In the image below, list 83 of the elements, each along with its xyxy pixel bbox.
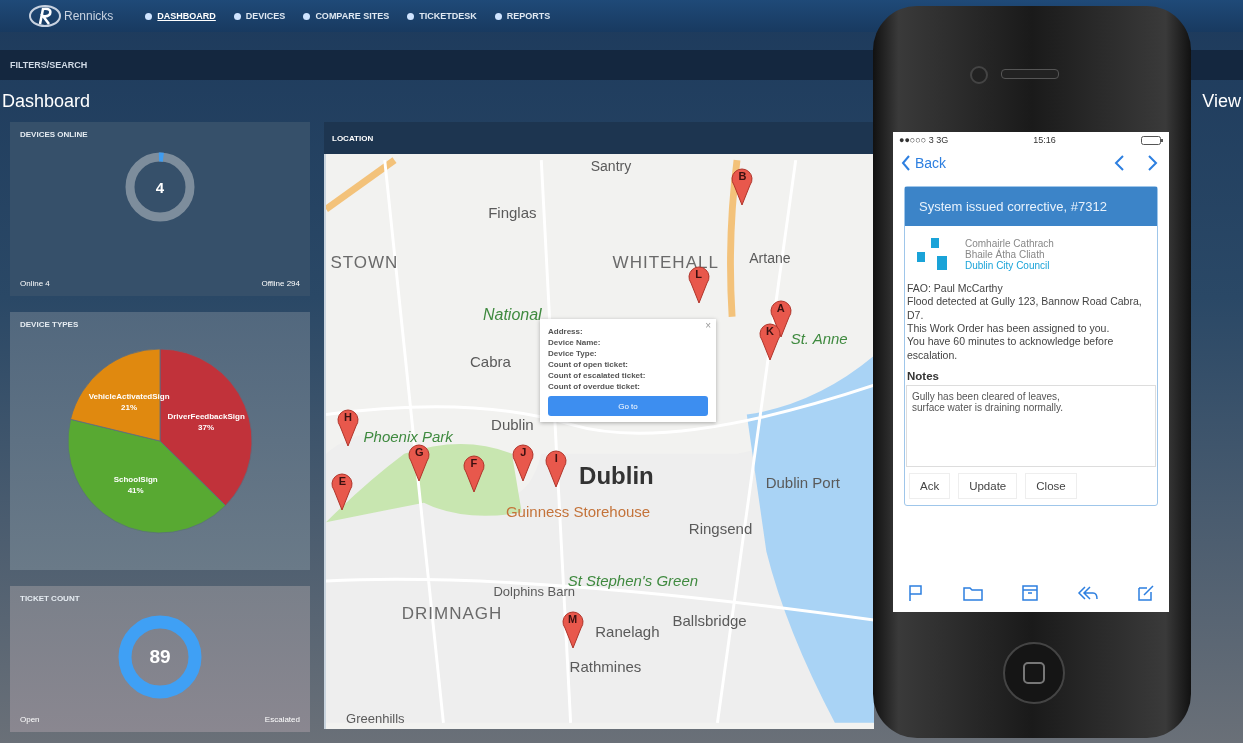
page-title: Dashboard (2, 90, 91, 112)
action-button[interactable]: Update (958, 472, 1018, 499)
notes-label: Notes (906, 368, 940, 384)
action-button[interactable]: Close (1025, 472, 1077, 499)
organisation-name: Dublin City Council (965, 259, 1051, 271)
nav-tab[interactable]: REPORTS (494, 11, 551, 21)
back-link[interactable]: Back (915, 155, 947, 171)
close-icon[interactable]: × (705, 320, 711, 331)
clock-time: 15:16 (1033, 135, 1056, 145)
slice-label: SchoolSign 41% (113, 474, 158, 495)
place-label: Dublin (579, 462, 654, 490)
flag-icon[interactable] (907, 584, 925, 602)
map-pin[interactable]: G (408, 441, 431, 482)
popup-field-label: Count of open ticket: (548, 360, 628, 369)
popup-field-label: Count of escalated ticket: (548, 371, 646, 380)
nav-tab[interactable]: DASHBOARD (145, 11, 216, 21)
message-text: FAO: Paul McCarthy (907, 282, 1004, 296)
organisation-name: Bhaile Átha Cliath (965, 248, 1046, 260)
ticket-count: 89 (149, 646, 171, 668)
place-label: DRIMNAGH (401, 604, 503, 624)
map-pin[interactable]: E (331, 470, 354, 511)
place-label: St. Anne (790, 329, 848, 347)
carrier-status: ●●○○○ 3 3G (899, 135, 949, 145)
panel-title: LOCATION (332, 133, 374, 143)
map-pin[interactable]: J (512, 441, 535, 482)
place-label: Santry (590, 157, 632, 174)
nav-tab[interactable]: DEVICES (233, 11, 286, 21)
folder-icon[interactable] (963, 584, 983, 602)
compose-icon[interactable] (1137, 584, 1155, 602)
place-label: St Stephen's Green (567, 571, 699, 588)
panel-title: DEVICE TYPES (20, 320, 79, 329)
message-text: You have 60 minutes to acknowledge before escalation. (907, 335, 1115, 362)
offline-label: Offline 294 (261, 279, 300, 288)
view-title: View (1202, 90, 1241, 112)
battery-icon (1141, 135, 1163, 145)
escalated-label: Escalated (264, 715, 300, 724)
place-label: Rathmines (569, 657, 642, 675)
place-label: Ringsend (688, 519, 753, 537)
open-label: Open (20, 715, 40, 724)
place-label: STOWN (330, 253, 399, 274)
popup-field-label: Device Name: (548, 338, 601, 347)
place-label: Cabra (469, 352, 511, 370)
message-header: System issued corrective, #7312 (905, 187, 1157, 226)
nav-tab[interactable]: TICKETDESK (407, 11, 477, 21)
notes-field[interactable]: Gully has been cleared of leaves, surface water is draining normally. (906, 384, 1156, 467)
message-text: Flood detected at Gully 123, Bannow Road Cabra, D7. (907, 295, 1143, 322)
place-label: Ballsbridge (672, 611, 747, 629)
place-label: National (482, 306, 542, 324)
place-label: Guinness Storehouse (505, 502, 651, 519)
camera-icon (970, 66, 988, 84)
map-pin[interactable]: I (545, 447, 568, 488)
place-label: Artane (749, 249, 791, 266)
logo-icon (28, 4, 62, 28)
speaker-icon (1001, 69, 1059, 79)
map-pin[interactable]: F (462, 453, 485, 494)
chevron-left-icon[interactable] (901, 155, 911, 171)
panel-title: DEVICES ONLINE (20, 130, 88, 139)
archive-box-icon[interactable] (1021, 584, 1039, 602)
online-count: 4 (155, 178, 165, 196)
map-pin[interactable]: K (758, 321, 781, 361)
popup-field-label: Count of overdue ticket: (548, 382, 640, 391)
slice-label: DriverFeedbackSign 37% (167, 411, 245, 432)
action-button[interactable]: Ack (909, 472, 951, 499)
place-label: Greenhills (346, 710, 405, 725)
place-label: Finglas (488, 203, 537, 220)
online-label: Online 4 (20, 279, 50, 288)
place-label: Ranelagh (595, 622, 660, 640)
map-pin[interactable]: B (731, 165, 754, 206)
popup-field-label: Address: (548, 327, 583, 336)
brand-name: Rennicks (64, 9, 114, 23)
popup-field-label: Device Type: (548, 349, 597, 358)
message-text: This Work Order has been assigned to you. (907, 322, 1111, 336)
place-label: Dublin (491, 415, 534, 433)
organisation-name: Comhairle Cathrach (965, 237, 1054, 249)
map-pin[interactable]: H (336, 407, 359, 448)
map-pin[interactable]: M (561, 608, 584, 649)
panel-title: TICKET COUNT (20, 594, 80, 603)
filters-label[interactable]: FILTERS/SEARCH (10, 60, 88, 70)
nav-tab[interactable]: COMPARE SITES (303, 11, 390, 21)
place-label: Dublin Port (765, 473, 840, 491)
reply-all-icon[interactable] (1077, 584, 1099, 602)
slice-label: VehicleActivatedSign 21% (88, 391, 170, 412)
go-to-button[interactable]: Go to (548, 396, 708, 416)
